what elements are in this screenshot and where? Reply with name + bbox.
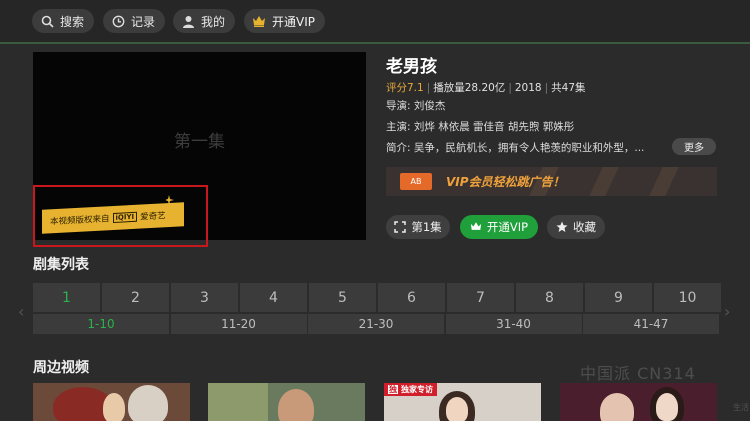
episode-cell[interactable]: 2 [102,283,169,312]
episode-range-tab[interactable]: 1-10 [33,314,169,334]
crown-icon [470,221,482,233]
related-thumb-3[interactable]: 独独家专访 [384,383,541,421]
watermark: 中国派 CN314 [580,364,696,383]
episode-cell[interactable]: 1 [33,283,100,312]
episode-select-label: 第1集 [411,220,442,234]
episode-range-tab[interactable]: 11-20 [170,314,307,334]
episode-overlay-text: 第一集 [174,132,225,152]
episode-cell[interactable]: 9 [585,283,652,312]
score-value: 评分7.1 [386,82,424,94]
episode-count: 共47集 [551,82,586,94]
episode-cell[interactable]: 4 [240,283,307,312]
episode-cell[interactable]: 5 [309,283,376,312]
director-line: 导演: 刘俊杰 [386,100,446,112]
exclusive-tag: 独独家专访 [384,383,437,396]
episode-cell[interactable]: 6 [378,283,445,312]
user-icon [181,14,195,28]
favorite-label: 收藏 [573,220,596,234]
vip-button[interactable]: 开通VIP [460,215,538,239]
ad-text: VIP会员轻松跳广告！ [446,175,565,189]
chevron-right-icon[interactable]: › [724,302,730,321]
ad-banner[interactable]: AB VIP会员轻松跳广告！ [386,167,717,196]
more-button[interactable]: 更多 [672,138,716,155]
episode-cell[interactable]: 3 [171,283,238,312]
episode-cell[interactable]: 10 [654,283,721,312]
episode-select-button[interactable]: 第1集 [386,215,450,239]
episode-cell[interactable]: 7 [447,283,514,312]
related-thumb-4[interactable] [560,383,717,421]
episode-cell[interactable]: 8 [516,283,583,312]
vip-label: 开通VIP [486,220,529,234]
chevron-left-icon[interactable]: ‹ [18,302,24,321]
top-bar: 搜索 记录 我的 开通VIP [0,0,750,44]
watermark-sub: 生活 [733,403,749,412]
open-vip-button[interactable]: 开通VIP [244,9,325,33]
related-videos-title: 周边视频 [33,360,89,376]
related-thumb-1[interactable] [33,383,190,421]
copyright-highlight-box [33,185,208,247]
open-vip-label: 开通VIP [272,14,315,29]
search-icon [40,14,54,28]
favorite-button[interactable]: 收藏 [547,215,605,239]
cast-line: 主演: 刘烨 林依晨 雷佳音 胡先煦 郭姝彤 [386,121,575,133]
release-year: 2018 [514,82,542,94]
fullscreen-icon [394,221,407,233]
show-meta: 评分7.1 | 播放量28.20亿 | 2018 | 共47集 [386,82,586,94]
play-count: 播放量28.20亿 [433,82,506,94]
related-thumb-2[interactable] [208,383,365,421]
search-button[interactable]: 搜索 [32,9,95,33]
clock-icon [111,14,125,28]
episode-range-tab[interactable]: 41-47 [583,314,719,334]
episode-list-title: 剧集列表 [33,257,89,273]
mine-button[interactable]: 我的 [173,9,236,33]
show-title: 老男孩 [386,57,437,77]
episode-range-tab[interactable]: 21-30 [308,314,444,334]
episode-range-tab[interactable]: 31-40 [445,314,582,334]
history-button[interactable]: 记录 [103,9,166,33]
history-label: 记录 [131,14,156,29]
search-label: 搜索 [60,14,85,29]
mine-label: 我的 [201,14,226,29]
ad-logo: AB [400,173,432,190]
star-icon [556,221,568,233]
crown-icon [252,14,266,28]
synopsis-line: 简介: 吴争，民航机长，拥有令人艳羡的职业和外型，... [386,142,645,154]
